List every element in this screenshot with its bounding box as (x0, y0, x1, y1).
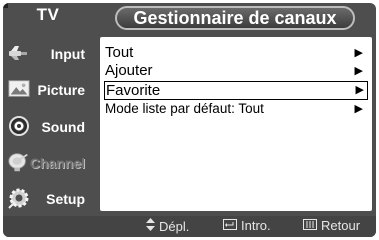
sidebar: Input Picture Sound Channel Setup (3, 37, 91, 219)
menu-item-ajouter[interactable]: Ajouter ▶ (105, 62, 367, 80)
source-label: TV (36, 5, 60, 24)
up-down-arrows-icon (146, 218, 155, 234)
sidebar-item-label: Sound (41, 119, 85, 135)
sidebar-item-label: Setup (46, 191, 85, 207)
return-hint: Retour (303, 218, 360, 233)
menu-item-favorite[interactable]: Favorite ▶ (104, 81, 368, 100)
move-hint-label: Dépl. (159, 218, 190, 234)
sidebar-item-label: Picture (37, 82, 85, 98)
sidebar-item-sound[interactable]: Sound (3, 110, 89, 144)
corner-mark (3, 3, 8, 8)
satellite-dish-icon (7, 150, 31, 174)
menu-item-tout[interactable]: Tout ▶ (105, 44, 367, 62)
sidebar-item-setup[interactable]: Setup (3, 182, 89, 216)
setup-gear-icon (7, 186, 31, 210)
menu-item-label: Ajouter (105, 62, 153, 79)
osd-window: TV Gestionnaire de canaux Input Picture … (3, 3, 376, 237)
sidebar-item-input[interactable]: Input (3, 37, 89, 71)
menu-panel: Tout ▶ Ajouter ▶ Favorite ▶ Mode liste p… (100, 37, 372, 211)
menu-item-label: Tout (105, 44, 134, 61)
menu-item-mode-liste[interactable]: Mode liste par défaut: Tout ▶ (105, 100, 367, 118)
enter-key-icon (223, 218, 237, 233)
sidebar-item-channel[interactable]: Channel (3, 146, 89, 180)
sidebar-item-label: Channel (29, 155, 85, 171)
submenu-arrow-icon: ▶ (354, 47, 363, 59)
menu-item-label: Favorite (106, 82, 161, 99)
sidebar-item-picture[interactable]: Picture (3, 73, 89, 107)
return-key-icon (303, 218, 317, 233)
help-bar: Dépl. Intro. Retour (3, 216, 376, 237)
submenu-arrow-icon: ▶ (354, 65, 363, 77)
picture-icon (7, 77, 31, 101)
submenu-arrow-icon: ▶ (355, 84, 364, 96)
enter-hint: Intro. (223, 218, 271, 233)
move-hint: Dépl. (146, 218, 189, 234)
return-hint-label: Retour (321, 218, 361, 233)
sidebar-item-label: Input (50, 46, 85, 62)
menu-title: Gestionnaire de canaux (115, 6, 355, 30)
input-plug-icon (7, 41, 31, 65)
submenu-arrow-icon: ▶ (354, 103, 363, 115)
speaker-icon (7, 114, 31, 138)
enter-hint-label: Intro. (241, 218, 271, 233)
menu-item-label: Mode liste par défaut: Tout (105, 101, 264, 116)
